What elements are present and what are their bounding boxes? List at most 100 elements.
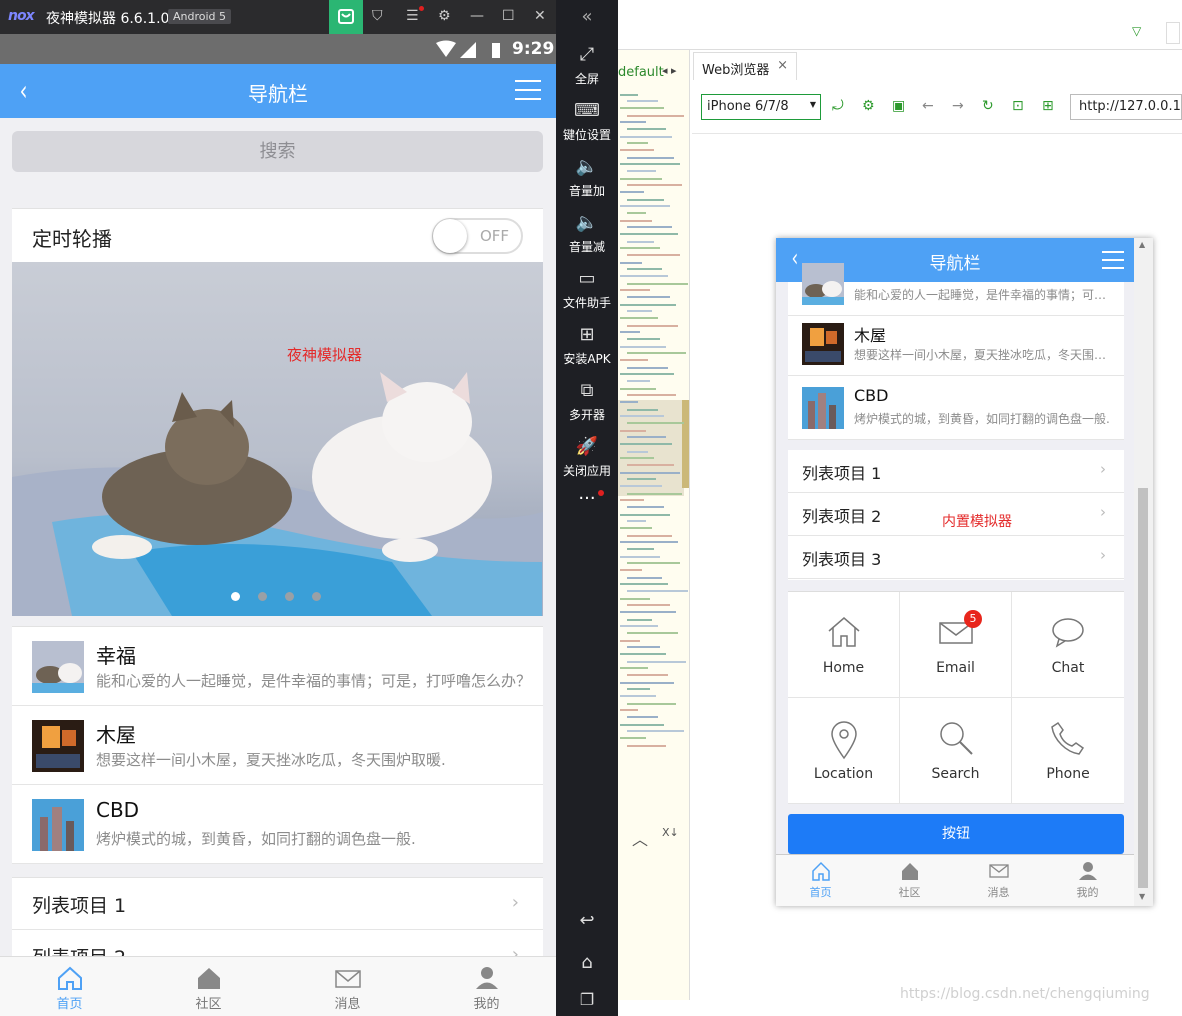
code-line (627, 451, 648, 453)
close-icon[interactable]: ✕ (534, 8, 546, 24)
url-input[interactable]: http://127.0.0.1:8848/ (1070, 94, 1182, 120)
carousel-dot[interactable] (312, 592, 321, 601)
console-icon[interactable]: ▣ (892, 98, 905, 114)
scroll-up-icon[interactable]: ▲ (1139, 240, 1145, 249)
grid-cell-phone[interactable]: Phone (1012, 698, 1124, 804)
close-tab-icon[interactable]: × (777, 58, 788, 73)
primary-button[interactable]: 按钮 (788, 814, 1124, 854)
android-recents-icon[interactable]: ❐ (556, 990, 618, 1009)
android-status-bar: 9:29 (0, 34, 556, 64)
status-clock: 9:29 (512, 39, 555, 59)
tab-profile[interactable]: 我的 (417, 957, 556, 1016)
tab-profile[interactable]: 我的 (1043, 855, 1132, 906)
qrcode-icon[interactable]: ⊞ (1042, 98, 1054, 114)
sidebar-volume-down[interactable]: 🔈 音量减 (556, 212, 618, 255)
app-store-button[interactable] (329, 0, 363, 34)
tab-home[interactable]: 首页 (0, 957, 139, 1016)
carousel-toggle[interactable]: OFF (432, 218, 523, 254)
android-back-icon[interactable]: ↩ (556, 910, 618, 931)
media-item[interactable]: CBD 烤炉模式的城，到黄昏，如同打翻的调色盘一般. (12, 785, 543, 864)
collapse-icon[interactable]: « (556, 6, 618, 27)
code-line (627, 115, 684, 117)
carousel-slide[interactable]: 夜神模拟器 (12, 262, 543, 616)
code-line (627, 619, 652, 621)
chevron-right-icon: › (511, 892, 519, 913)
tab-community[interactable]: 社区 (139, 957, 278, 1016)
scroll-down-icon[interactable]: ▼ (1139, 892, 1145, 901)
android-home-icon[interactable]: ⌂ (556, 952, 618, 973)
sidebar-volume-up[interactable]: 🔈 音量加 (556, 156, 618, 199)
search-bar[interactable]: 搜索 (12, 131, 543, 172)
code-line (620, 514, 670, 516)
media-title: 幸福 (96, 644, 136, 668)
media-thumbnail (32, 641, 84, 693)
refresh-icon[interactable]: ↻ (982, 98, 994, 114)
media-item[interactable]: CBD 烤炉模式的城，到黄昏，如同打翻的调色盘一般. (788, 376, 1124, 440)
user-icon (1079, 862, 1097, 880)
grid-cell-search[interactable]: Search (900, 698, 1012, 804)
navbar-title: 导航栏 (248, 82, 308, 106)
code-line (620, 667, 648, 669)
tab-community[interactable]: 社区 (865, 855, 954, 906)
media-item[interactable]: 木屋 想要这样一间小木屋，夏天挫冰吃瓜，冬天围炉取暖. (12, 706, 543, 785)
list-item[interactable]: 列表项目 1 › (788, 450, 1124, 493)
minimap-scroll[interactable] (682, 400, 689, 488)
list-item[interactable]: 列表项目 3 › (788, 536, 1124, 579)
media-title: CBD (854, 386, 889, 405)
lock-icon[interactable]: ⊡ (1012, 98, 1024, 114)
scrollbar-thumb[interactable] (1138, 488, 1148, 888)
grid-cell-chat[interactable]: Chat (1012, 592, 1124, 698)
media-item[interactable]: 能和心爱的人一起睡觉，是件幸福的事情；可是，打呼噜怎么办？ (788, 252, 1124, 316)
grid-cell-email[interactable]: 5 Email (900, 592, 1012, 698)
code-line (627, 661, 686, 663)
code-line (620, 191, 644, 193)
sidebar-multi-instance[interactable]: ⧉ 多开器 (556, 380, 618, 423)
filter-icon[interactable]: ▽ (1132, 24, 1141, 38)
fold-up-icon[interactable]: ︿ (632, 826, 648, 850)
minimize-icon[interactable]: — (470, 8, 484, 24)
code-line (620, 556, 660, 558)
sidebar-more[interactable]: ··· (556, 488, 618, 509)
carousel-dot[interactable] (285, 592, 294, 601)
rotate-icon[interactable]: ⤾ (832, 98, 844, 114)
grid-cell-location[interactable]: Location (788, 698, 900, 804)
phone-scrollbar[interactable]: ▲ ▼ (1134, 238, 1153, 906)
tab-messages[interactable]: 消息 (278, 957, 417, 1016)
list-item[interactable]: 列表项目 1 › (12, 878, 543, 930)
sidebar-fullscreen[interactable]: ⤢ 全屏 (556, 44, 618, 87)
code-line (627, 128, 666, 130)
theme-shirt-icon[interactable]: ⛉ (372, 8, 383, 24)
settings-gear-icon[interactable]: ⚙ (438, 8, 451, 24)
code-line (620, 346, 666, 348)
sidebar-install-apk[interactable]: ⊞ 安装APK (556, 324, 618, 367)
fold-sort-icon[interactable]: X↓ (662, 826, 679, 839)
menu-icon[interactable]: ☰ (406, 8, 419, 24)
forward-arrow-icon[interactable]: → (952, 98, 964, 114)
carousel-label: 定时轮播 (32, 227, 112, 251)
sidebar-keymap[interactable]: ⌨ 键位设置 (556, 100, 618, 143)
keyboard-icon: ⌨ (574, 100, 600, 121)
hamburger-menu-icon[interactable] (515, 80, 541, 107)
sidebar-close-app[interactable]: 🚀 关闭应用 (556, 436, 618, 479)
carousel-dot-active[interactable] (231, 592, 240, 601)
back-arrow-icon[interactable]: ← (922, 98, 934, 114)
device-select[interactable]: iPhone 6/7/8 ▼ (701, 94, 821, 120)
maximize-icon[interactable]: ☐ (502, 8, 515, 24)
nav-arrows-icon[interactable]: ◂ ▸ (662, 64, 677, 77)
web-browser-tab[interactable]: Web浏览器 × (693, 52, 797, 80)
media-item[interactable]: 幸福 能和心爱的人一起睡觉，是件幸福的事情；可是，打呼噜怎么办？ (12, 627, 543, 706)
code-line (627, 506, 664, 508)
code-line (620, 178, 662, 180)
sidebar-file-helper[interactable]: ▭ 文件助手 (556, 268, 618, 311)
tab-messages[interactable]: 消息 (954, 855, 1043, 906)
chat-icon (1052, 618, 1084, 648)
carousel-dot[interactable] (258, 592, 267, 601)
code-line (627, 283, 688, 285)
tab-home[interactable]: 首页 (776, 855, 865, 906)
code-line (627, 436, 666, 438)
code-line (620, 443, 672, 445)
grid-cell-home[interactable]: Home (788, 592, 900, 698)
code-line (627, 688, 650, 690)
gear-icon[interactable]: ⚙ (862, 98, 875, 114)
media-item[interactable]: 木屋 想要这样一间小木屋，夏天挫冰吃瓜，冬天围炉取暖. (788, 312, 1124, 376)
